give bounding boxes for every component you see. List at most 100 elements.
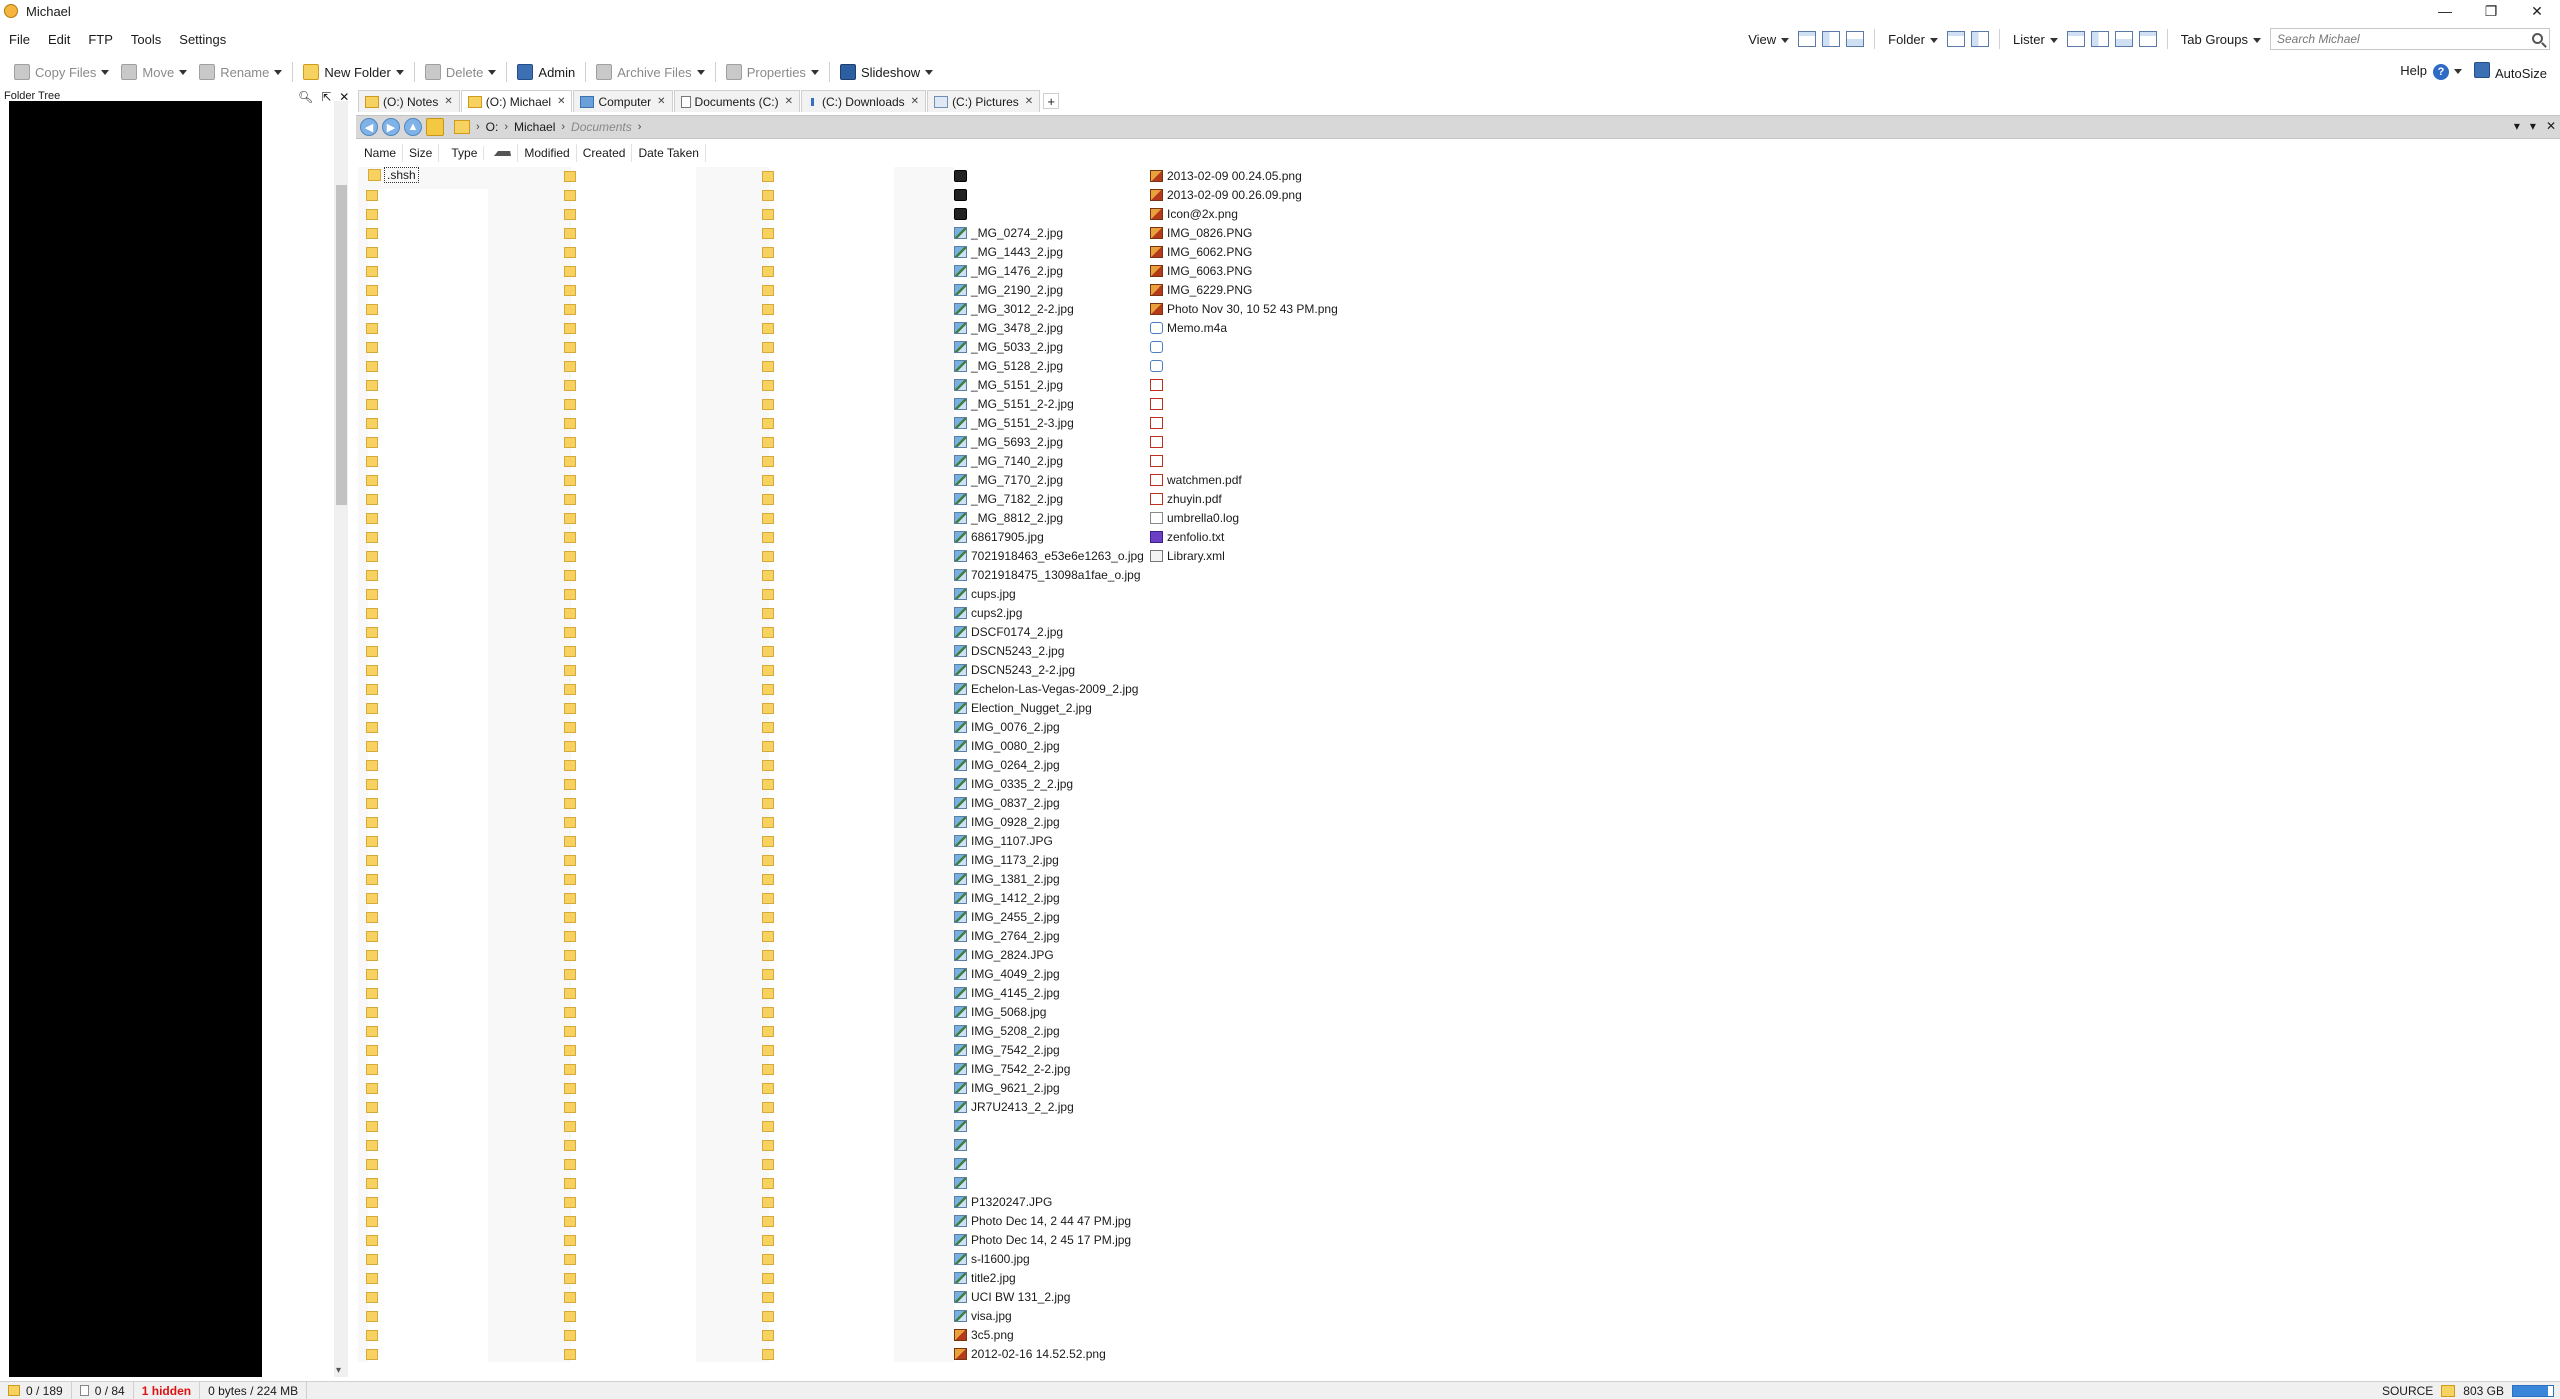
menu-edit[interactable]: Edit — [39, 32, 79, 47]
folder-icon[interactable] — [762, 494, 774, 505]
power-view-icon[interactable] — [1822, 31, 1841, 47]
folder-icon[interactable] — [366, 190, 378, 201]
folder-icon[interactable] — [366, 988, 378, 999]
dual-horizontal-icon[interactable] — [2114, 31, 2133, 47]
list-item[interactable]: IMG_0837_2.jpg — [954, 793, 1060, 812]
list-item[interactable] — [954, 1116, 971, 1135]
view-menu-button[interactable]: View — [1745, 32, 1792, 47]
folder-icon[interactable] — [762, 836, 774, 847]
folder-icon[interactable] — [366, 1216, 378, 1227]
list-item[interactable]: IMG_0264_2.jpg — [954, 755, 1060, 774]
folder-icon[interactable] — [366, 1254, 378, 1265]
folder-icon[interactable] — [366, 608, 378, 619]
folder-icon[interactable] — [366, 1311, 378, 1322]
folder-icon[interactable] — [762, 684, 774, 695]
new-folder-button[interactable]: New Folder — [297, 60, 409, 84]
folder-icon[interactable] — [564, 1159, 576, 1170]
folder-icon[interactable] — [564, 798, 576, 809]
list-item[interactable] — [1150, 413, 1167, 432]
folder-icon[interactable] — [564, 361, 576, 372]
list-item[interactable]: _MG_7140_2.jpg — [954, 451, 1063, 470]
list-item[interactable] — [954, 1135, 971, 1154]
folder-icon[interactable] — [366, 570, 378, 581]
list-item[interactable]: IMG_6062.PNG — [1150, 242, 1252, 261]
folder-icon[interactable] — [762, 1178, 774, 1189]
folder-icon[interactable] — [564, 1045, 576, 1056]
folder-icon[interactable] — [762, 475, 774, 486]
list-item[interactable]: IMG_1173_2.jpg — [954, 850, 1059, 869]
column-name[interactable]: Name — [358, 144, 404, 162]
folder-icon[interactable] — [564, 665, 576, 676]
folder-icon[interactable] — [564, 532, 576, 543]
list-item[interactable]: 2012-02-16 14.52.52.png — [954, 1344, 1106, 1363]
list-item[interactable] — [954, 1154, 971, 1173]
folder-icon[interactable] — [564, 1007, 576, 1018]
folder-icon[interactable] — [564, 703, 576, 714]
list-item[interactable]: IMG_4049_2.jpg — [954, 964, 1060, 983]
folder-icon[interactable] — [564, 1273, 576, 1284]
viewer-pane-icon[interactable] — [2138, 31, 2157, 47]
folder-icon[interactable] — [564, 1121, 576, 1132]
delete-button[interactable]: Delete — [419, 60, 503, 84]
folder-icon[interactable] — [564, 608, 576, 619]
folder-icon[interactable] — [366, 722, 378, 733]
folder-icon[interactable] — [762, 1064, 774, 1075]
folder-icon[interactable] — [564, 1026, 576, 1037]
list-item[interactable]: Icon@2x.png — [1150, 204, 1238, 223]
folder-icon[interactable] — [564, 1216, 576, 1227]
list-item[interactable]: UCI BW 131_2.jpg — [954, 1287, 1070, 1306]
folder-icon[interactable] — [564, 437, 576, 448]
close-icon[interactable]: ✕ — [557, 96, 565, 107]
folder-icon[interactable] — [366, 931, 378, 942]
list-item[interactable]: Memo.m4a — [1150, 318, 1227, 337]
folder-icon[interactable] — [366, 551, 378, 562]
folder-icon[interactable] — [564, 342, 576, 353]
folder-format-icon[interactable] — [1971, 31, 1989, 47]
close-icon[interactable]: ✕ — [1025, 96, 1033, 107]
folder-icon[interactable] — [366, 912, 378, 923]
folder-icon[interactable] — [762, 1102, 774, 1113]
folder-icon[interactable] — [366, 532, 378, 543]
list-item[interactable]: _MG_5151_2-2.jpg — [954, 394, 1074, 413]
list-item[interactable]: DSCF0174_2.jpg — [954, 622, 1063, 641]
folder-icon[interactable] — [762, 1311, 774, 1322]
list-item[interactable]: IMG_2764_2.jpg — [954, 926, 1060, 945]
minimize-button[interactable]: — — [2422, 0, 2468, 22]
folder-icon[interactable] — [762, 874, 774, 885]
tab-notes[interactable]: (O:) Notes ✕ — [358, 90, 460, 112]
dual-vertical-icon[interactable] — [2090, 31, 2109, 47]
status-hidden[interactable]: 1 hidden — [134, 1381, 201, 1399]
folder-icon[interactable] — [762, 266, 774, 277]
folder-icon[interactable] — [762, 380, 774, 391]
folder-icon[interactable] — [366, 342, 378, 353]
folder-icon[interactable] — [564, 323, 576, 334]
folder-icon[interactable] — [564, 760, 576, 771]
back-arrow-icon[interactable]: ◀ — [360, 118, 378, 136]
tab-downloads[interactable]: (C:) Downloads ✕ — [800, 90, 927, 112]
folder-icon[interactable] — [366, 513, 378, 524]
list-item[interactable]: _MG_5128_2.jpg — [954, 356, 1063, 375]
list-item[interactable] — [1150, 337, 1167, 356]
folder-icon[interactable] — [564, 456, 576, 467]
folder-icon[interactable] — [762, 741, 774, 752]
list-item[interactable]: _MG_5693_2.jpg — [954, 432, 1063, 451]
chevron-down-icon[interactable]: ▾ — [2514, 119, 2520, 133]
folder-icon[interactable] — [762, 551, 774, 562]
column-date-taken[interactable]: Date Taken — [632, 144, 706, 162]
folder-icon[interactable] — [564, 209, 576, 220]
folder-icon[interactable] — [564, 1254, 576, 1265]
folder-icon[interactable] — [366, 266, 378, 277]
folder-icon[interactable] — [366, 1159, 378, 1170]
folder-icon[interactable] — [762, 931, 774, 942]
folder-tree-panel[interactable] — [9, 101, 262, 1377]
list-item[interactable] — [954, 185, 971, 204]
list-item[interactable]: Photo Dec 14, 2 44 47 PM.jpg — [954, 1211, 1131, 1230]
folder-icon[interactable] — [366, 969, 378, 980]
folder-icon[interactable] — [366, 779, 378, 790]
close-button[interactable]: ✕ — [2514, 0, 2560, 22]
folder-icon[interactable] — [564, 1197, 576, 1208]
folder-icon[interactable] — [564, 399, 576, 410]
folder-icon[interactable] — [564, 247, 576, 258]
folder-icon[interactable] — [366, 836, 378, 847]
folder-icon[interactable] — [366, 323, 378, 334]
